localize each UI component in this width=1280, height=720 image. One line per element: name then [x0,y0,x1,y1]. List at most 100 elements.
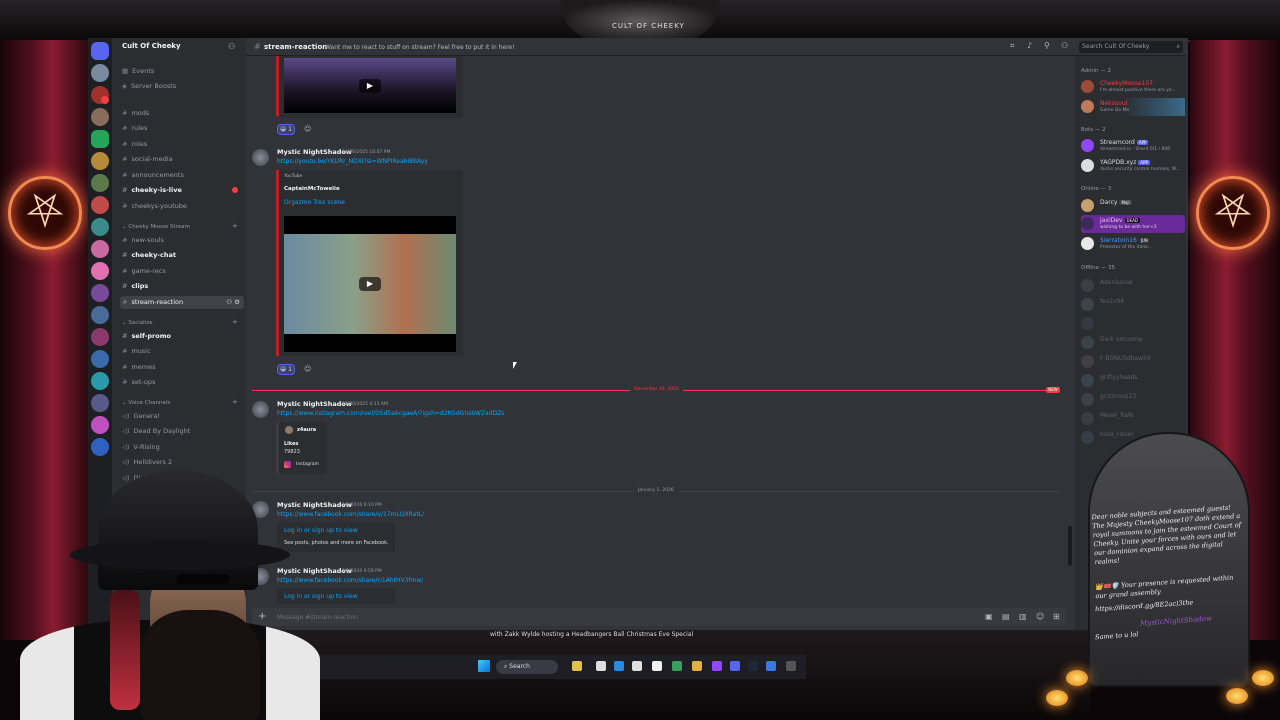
app-icon[interactable] [652,661,662,671]
play-icon[interactable]: ▶ [359,78,381,93]
add-attachment-icon[interactable]: + [258,611,266,622]
channel-item[interactable]: # cheeky-chat [120,249,244,262]
channel-server-boosts[interactable]: ◈ Server Boosts [120,80,244,93]
channel-item[interactable]: # rules [120,122,244,135]
category-voice-channels[interactable]: ⌄ Voice Channels [122,400,170,406]
bell-icon[interactable]: ♪ [1027,42,1035,50]
member-item[interactable]: CheekyMoose107 I'm almost positive there … [1081,78,1185,96]
chrome-icon[interactable] [692,661,702,671]
app-icon[interactable] [712,661,722,671]
app-icon[interactable] [672,661,682,671]
scrollbar-thumb[interactable] [1068,526,1072,566]
app-icon[interactable] [786,661,796,671]
pin-icon[interactable]: ⚲ [1044,42,1052,50]
member-item-offline[interactable]: F-BONUSdbaw59 [1081,353,1185,371]
message-author[interactable]: Mystic NightShadow [277,567,352,575]
server-icon[interactable] [91,64,109,82]
member-item[interactable]: YAGPDB.xyz APP ducks security control huma… [1081,157,1185,175]
gif-icon[interactable]: ▤ [1002,612,1010,621]
app-icon[interactable] [766,661,776,671]
add-reaction-icon[interactable]: ☺ [304,365,311,373]
channel-item[interactable]: # memes [120,361,244,374]
server-icon[interactable] [91,416,109,434]
channel-item[interactable]: # mods [120,107,244,120]
server-icon[interactable] [91,240,109,258]
server-icon[interactable] [91,350,109,368]
member-item[interactable]: Streamcord APP streamcord.io · Shard 0/1 /… [1081,137,1185,155]
file-explorer-icon[interactable] [572,661,582,671]
server-icon[interactable] [91,284,109,302]
member-item-offline[interactable]: Adenbasse [1081,277,1185,295]
channel-item[interactable]: # cheeky-is-live [120,184,244,197]
search-input[interactable]: Search Cult Of Cheeky ⌕ [1079,41,1183,53]
embed-title[interactable]: Log in or sign up to view [284,527,358,534]
server-icon[interactable] [91,196,109,214]
video-thumbnail[interactable]: ▶ [284,216,456,352]
channel-item[interactable]: ◁) Helldivers 2 [120,456,244,469]
message-link[interactable]: https://www.facebook.com/share/r/1AhtHV3… [277,577,423,584]
app-icon[interactable] [596,661,606,671]
member-item-offline[interactable]: grizzmezi23 [1081,391,1185,409]
message-input[interactable]: Message #stream-reaction [277,614,358,621]
add-channel-icon[interactable]: + [232,398,238,406]
embed-title[interactable]: Log in or sign up to view [284,593,358,600]
channel-item[interactable]: ◁) V-Rising [120,441,244,454]
server-icon[interactable] [91,372,109,390]
app-icon[interactable] [632,661,642,671]
channel-item[interactable]: # announcements [120,169,244,182]
server-icon[interactable] [91,130,109,148]
windows-start-icon[interactable] [478,660,490,672]
apps-icon[interactable]: ⊞ [1053,612,1060,621]
embed-author[interactable]: z4aura [297,427,316,433]
channel-item[interactable]: # set-ups [120,376,244,389]
message-composer[interactable] [252,608,1066,626]
member-item-offline[interactable] [1081,315,1185,333]
reaction-chip[interactable]: 😀 1 [277,124,295,135]
sticker-icon[interactable]: ▥ [1019,612,1027,621]
server-icon[interactable] [91,218,109,236]
add-member-icon[interactable]: ⚇ [228,42,235,51]
message-link[interactable]: https://www.facebook.com/share/v/17mLQXR… [277,511,424,518]
channel-item[interactable]: # new-souls [120,234,244,247]
channel-item[interactable]: ◁) Dead By Daylight [120,425,244,438]
member-item-offline[interactable]: Dark seruome [1081,334,1185,352]
channel-item[interactable]: # roles [120,138,244,151]
members-icon[interactable]: ⚇ [1061,42,1069,50]
member-item[interactable]: Nekosoul Game Da Me [1081,98,1185,116]
member-item-offline[interactable]: fex2x96 [1081,296,1185,314]
add-reaction-icon[interactable]: ☺ [304,125,311,133]
message-author[interactable]: Mystic NightShadow [277,148,352,156]
threads-icon[interactable]: ⌗ [1010,42,1018,50]
edge-icon[interactable] [614,661,624,671]
server-icon[interactable] [91,262,109,280]
embed-title[interactable]: Orgazmo Trex scene [284,199,345,206]
video-thumbnail[interactable]: ▶ [284,58,456,113]
member-item[interactable]: JaxiDev DEAD wishing to be with her<3 [1081,215,1185,233]
play-icon[interactable]: ▶ [359,277,381,291]
server-icon[interactable] [91,152,109,170]
server-icon[interactable] [91,328,109,346]
taskbar-search[interactable]: ⌕ Search [496,660,558,674]
channel-item[interactable]: # stream-reaction ⚇ ⚙ [120,296,244,309]
channel-events[interactable]: ▦ Events [120,65,244,78]
chevron-down-icon[interactable]: ⌄ [169,42,174,49]
server-icon[interactable] [91,108,109,126]
server-icon[interactable] [91,306,109,324]
avatar[interactable] [252,149,269,166]
channel-item[interactable]: ◁) General [120,410,244,423]
server-icon[interactable] [91,394,109,412]
channel-item[interactable]: # game-recs [120,265,244,278]
gift-icon[interactable]: ▣ [985,612,993,621]
channel-item[interactable]: # self-promo [120,330,244,343]
avatar[interactable] [252,401,269,418]
member-item-offline[interactable]: Mesel_Rafe [1081,410,1185,428]
channel-item[interactable]: # social-media [120,153,244,166]
add-channel-icon[interactable]: + [232,318,238,326]
channel-item[interactable]: # music [120,345,244,358]
channel-settings-icon[interactable]: ⚇ ⚙ [226,296,240,309]
discord-home-icon[interactable] [91,42,109,60]
channel-item[interactable]: # clips [120,280,244,293]
server-icon[interactable] [91,438,109,456]
channel-item[interactable]: # cheekys-youtube [120,200,244,213]
reaction-chip[interactable]: 😀 1 [277,364,295,375]
